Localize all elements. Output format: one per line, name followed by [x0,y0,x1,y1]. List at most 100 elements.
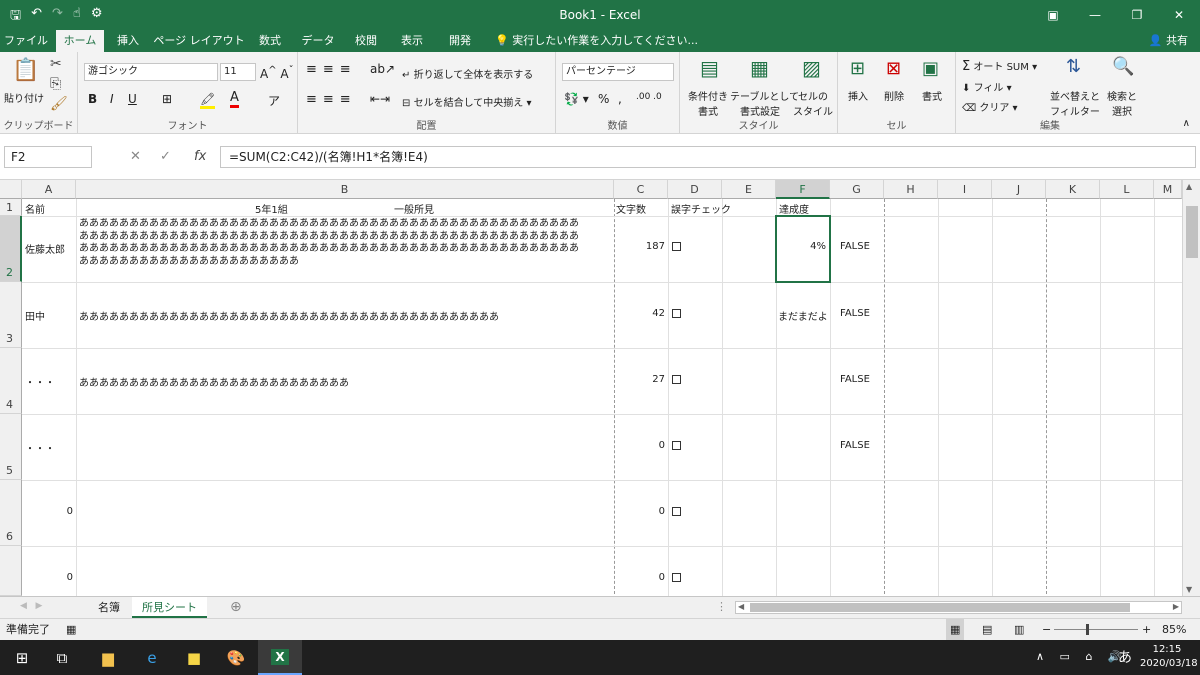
format-painter-icon[interactable]: 🖌 [50,96,68,112]
cell-a6[interactable]: 0 [22,506,73,517]
vertical-align-icons[interactable]: ≡≡≡ [306,62,357,77]
collapse-ribbon-icon[interactable]: ∧ [1183,118,1190,129]
table-format-button[interactable]: テーブルとして 書式設定 [730,88,799,118]
cell-f1[interactable]: 達成度 [779,201,809,216]
macro-record-icon[interactable]: ▦ [66,619,76,641]
cell-g5[interactable]: FALSE [840,440,870,451]
paint-icon[interactable]: 🎨 [214,640,258,675]
sheet-tab-roster[interactable]: 名簿 [88,597,130,618]
row-header-1[interactable]: 1 [0,199,22,216]
cell-b3[interactable]: ああああああああああああああああああああああああああああああああああああああああ… [79,308,499,323]
tray-icons[interactable]: ∧ ▭ ⌂ 🔊 [1036,650,1128,663]
zoom-in-icon[interactable]: + [1142,619,1151,641]
page-layout-view-icon[interactable]: ▤ [982,619,992,641]
minimize-icon[interactable]: — [1074,0,1116,30]
column-header-k[interactable]: K [1046,180,1100,199]
cell-c2[interactable]: 187 [614,241,665,252]
increase-font-icon[interactable]: A^ Aˇ [260,65,294,81]
sort-filter-icon[interactable]: ⇅ [1066,56,1081,77]
cell-a7[interactable]: 0 [22,572,73,583]
bold-icon[interactable]: B [88,92,97,106]
currency-icon[interactable]: 💱 ▾ [564,92,589,106]
column-header-b[interactable]: B [76,180,614,199]
clock[interactable]: 12:15 2020/03/18 [1140,643,1198,671]
cell-g3[interactable]: FALSE [840,308,870,319]
sheet-tab-comments[interactable]: 所見シート [132,597,207,618]
cell-c4[interactable]: 27 [614,374,665,385]
cell-d1[interactable]: 誤字チェック [671,201,731,216]
row-header-6[interactable]: 6 [0,480,22,546]
conditional-format-button[interactable]: 条件付き 書式 [688,88,728,118]
sticky-notes-icon[interactable]: ■ [172,640,216,675]
copy-icon[interactable]: ⎘ [50,76,61,92]
cell-a2[interactable]: 佐藤太郎 [25,241,65,256]
tab-formulas[interactable]: 数式 [250,30,290,52]
cell-c1[interactable]: 文字数 [616,201,646,216]
checkbox-d6[interactable] [672,507,681,519]
tab-data[interactable]: データ [296,30,340,52]
tab-developer[interactable]: 開発 [440,30,480,52]
row-header-7[interactable] [0,546,22,596]
scroll-up-icon[interactable]: ▲ [1186,182,1192,191]
cell-g2[interactable]: FALSE [840,241,870,252]
scroll-thumb[interactable] [1186,206,1198,258]
indent-icons[interactable]: ⇤⇥ [370,92,390,106]
cancel-formula-icon[interactable]: ✕ [130,146,141,168]
row-header-5[interactable]: 5 [0,414,22,480]
autosum-button[interactable]: Σ オート SUM ▾ [962,58,1037,74]
comma-icon[interactable]: , [618,92,622,106]
cell-a5[interactable]: ・・・ [25,440,55,455]
column-header-j[interactable]: J [992,180,1046,199]
tab-view[interactable]: 表示 [392,30,432,52]
checkbox-d4[interactable] [672,375,681,387]
tab-file[interactable]: ファイル [0,30,52,52]
cell-c5[interactable]: 0 [614,440,665,451]
table-format-icon[interactable]: ▦ [750,56,769,80]
excel-taskbar-icon[interactable]: X [258,640,302,675]
tab-insert[interactable]: 挿入 [108,30,148,52]
column-header-m[interactable]: M [1154,180,1182,199]
splitter-icon[interactable]: ⋮ [716,600,727,613]
zoom-level[interactable]: 85% [1162,619,1186,641]
wrap-text-button[interactable]: ↵ 折り返して全体を表示する [402,66,533,81]
cell-a3[interactable]: 田中 [25,308,45,323]
find-select-button[interactable]: 検索と 選択 [1102,88,1142,118]
zoom-slider[interactable] [1054,629,1138,630]
column-header-e[interactable]: E [722,180,776,199]
find-select-icon[interactable]: 🔍 [1112,56,1134,77]
ribbon-display-icon[interactable]: ▣ [1032,0,1074,30]
formula-input[interactable]: =SUM(C2:C42)/(名簿!H1*名簿!E4) [220,146,1196,168]
cell-b2[interactable]: ああああああああああああああああああああああああああああああああああああああああ… [79,218,613,268]
task-view-icon[interactable]: ⧉ [40,640,84,675]
border-icon[interactable]: ⊞ [162,92,172,106]
share-button[interactable]: 👤 共有 [1149,30,1188,52]
cell-a1[interactable]: 名前 [25,201,45,216]
checkbox-d3[interactable] [672,309,681,321]
tab-home[interactable]: ホーム [56,30,104,52]
tell-me-box[interactable]: 💡 実行したい作業を入力してください... [495,30,698,52]
add-sheet-icon[interactable]: ⊕ [230,599,242,615]
insert-cells-icon[interactable]: ⊞ [850,58,865,79]
paste-icon[interactable]: 📋 [12,58,39,83]
column-header-i[interactable]: I [938,180,992,199]
format-cells-icon[interactable]: ▣ [922,58,939,79]
decimal-icons[interactable]: .00 .0 [636,92,662,102]
confirm-formula-icon[interactable]: ✓ [160,146,171,168]
fill-button[interactable]: ⬇ フィル ▾ [962,79,1012,94]
percent-icon[interactable]: % [598,92,609,106]
delete-cells-icon[interactable]: ⊠ [886,58,901,79]
horizontal-align-icons[interactable]: ≡≡≡ [306,92,357,107]
row-header-4[interactable]: 4 [0,348,22,414]
font-name-select[interactable]: 游ゴシック [84,63,218,81]
page-break-view-icon[interactable]: ▥ [1014,619,1024,641]
cell-style-icon[interactable]: ▨ [802,56,821,80]
column-header-l[interactable]: L [1100,180,1154,199]
cell-style-button[interactable]: セルの スタイル [792,88,834,118]
clear-button[interactable]: ⌫ クリア ▾ [962,99,1018,114]
number-format-select[interactable]: パーセンテージ [562,63,674,81]
sort-filter-button[interactable]: 並べ替えと フィルター [1050,88,1100,118]
insert-cells-button[interactable]: 挿入 [848,88,868,103]
column-header-c[interactable]: C [614,180,668,199]
ime-indicator[interactable]: あ [1118,647,1132,667]
delete-cells-button[interactable]: 削除 [884,88,904,103]
